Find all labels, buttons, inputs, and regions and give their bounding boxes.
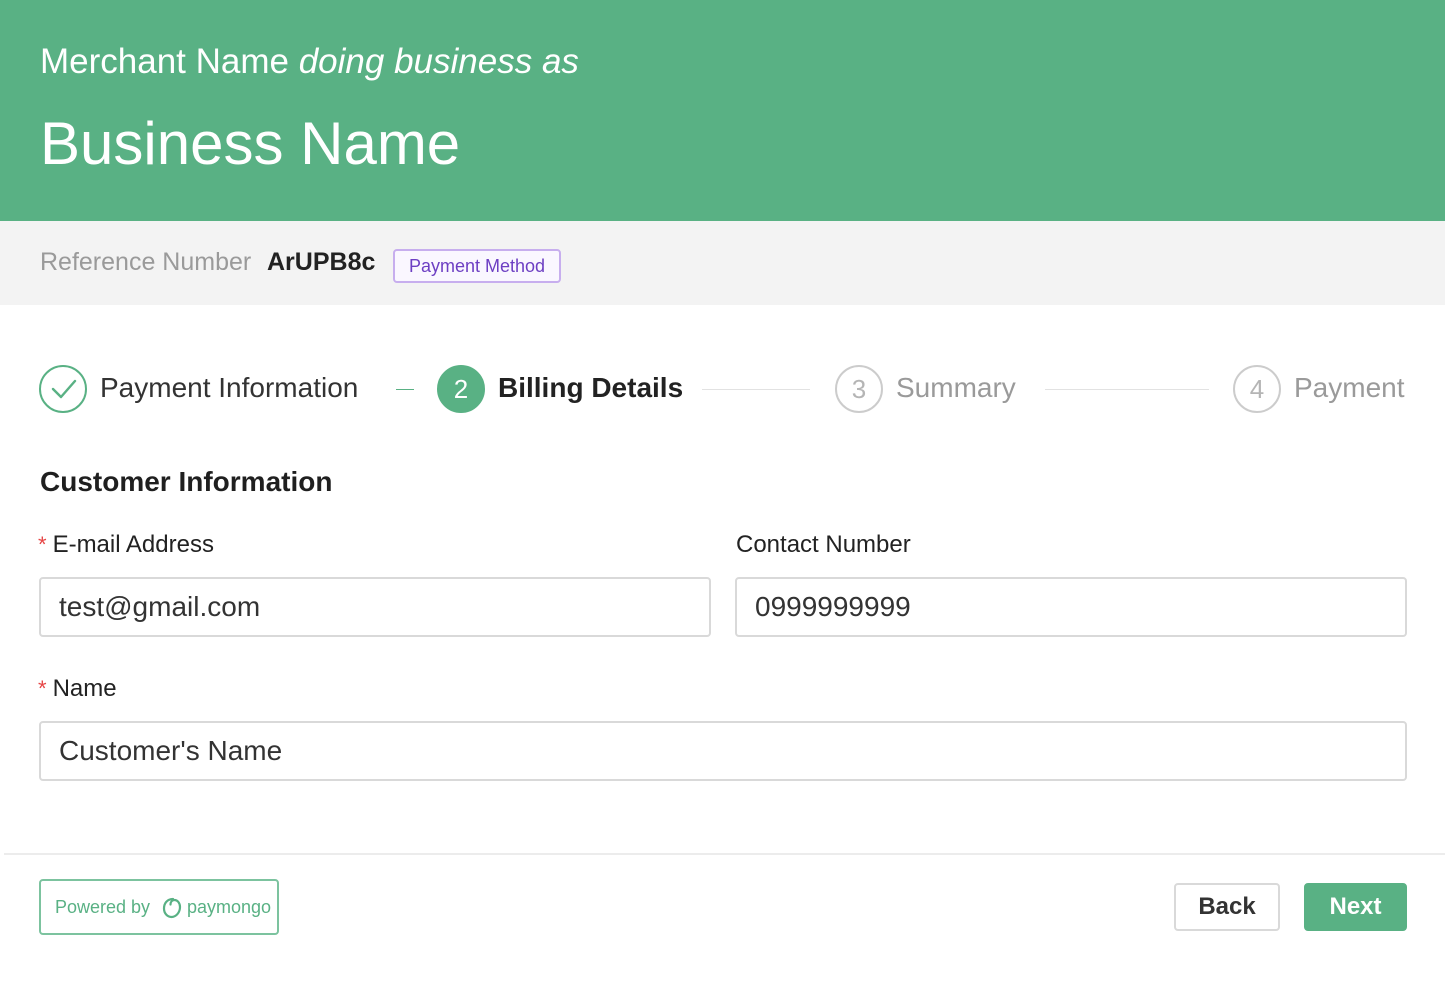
required-marker: *: [38, 676, 47, 701]
step-1-label: Payment Information: [100, 372, 359, 403]
dba-text: doing business as: [298, 42, 579, 81]
checkmark-icon: [51, 379, 77, 399]
step-3-label: Summary: [896, 372, 1016, 403]
next-button[interactable]: Next: [1304, 883, 1407, 931]
contact-number-field[interactable]: [735, 577, 1407, 637]
required-marker: *: [38, 532, 47, 557]
back-button[interactable]: Back: [1174, 883, 1280, 931]
step-4-label: Payment: [1294, 372, 1405, 403]
name-field[interactable]: [39, 721, 1407, 781]
step-1-indicator: [39, 365, 87, 413]
merchant-name: Merchant Name: [40, 42, 289, 81]
step-connector-1: [396, 389, 414, 390]
step-4-indicator: 4: [1233, 365, 1281, 413]
powered-by-badge[interactable]: Powered by paymongo: [39, 879, 279, 935]
powered-by-text: Powered by: [55, 897, 151, 917]
step-connector-2: [702, 389, 810, 390]
name-label-text: Name: [52, 675, 117, 702]
payment-method-badge: Payment Method: [393, 249, 561, 283]
merchant-line: Merchant Name doing business as: [40, 40, 579, 84]
reference-label: Reference Number: [40, 248, 252, 276]
email-field[interactable]: [39, 577, 711, 637]
footer-divider: [4, 853, 1445, 855]
merchant-header: Merchant Name doing business as Business…: [0, 0, 1445, 221]
step-2-indicator: 2: [437, 365, 485, 413]
step-3-indicator: 3: [835, 365, 883, 413]
business-name: Business Name: [40, 110, 461, 177]
step-connector-3: [1045, 389, 1209, 390]
step-2-label: Billing Details: [498, 372, 684, 403]
name-label: * Name: [38, 674, 117, 704]
email-label: * E-mail Address: [38, 530, 214, 560]
email-label-text: E-mail Address: [52, 531, 214, 558]
brand-wordmark: paymongo: [187, 897, 272, 917]
section-title: Customer Information: [40, 466, 333, 497]
contact-label: Contact Number: [736, 531, 911, 558]
reference-number: ArUPB8c: [267, 248, 376, 276]
paymongo-logo-icon: [162, 897, 182, 919]
